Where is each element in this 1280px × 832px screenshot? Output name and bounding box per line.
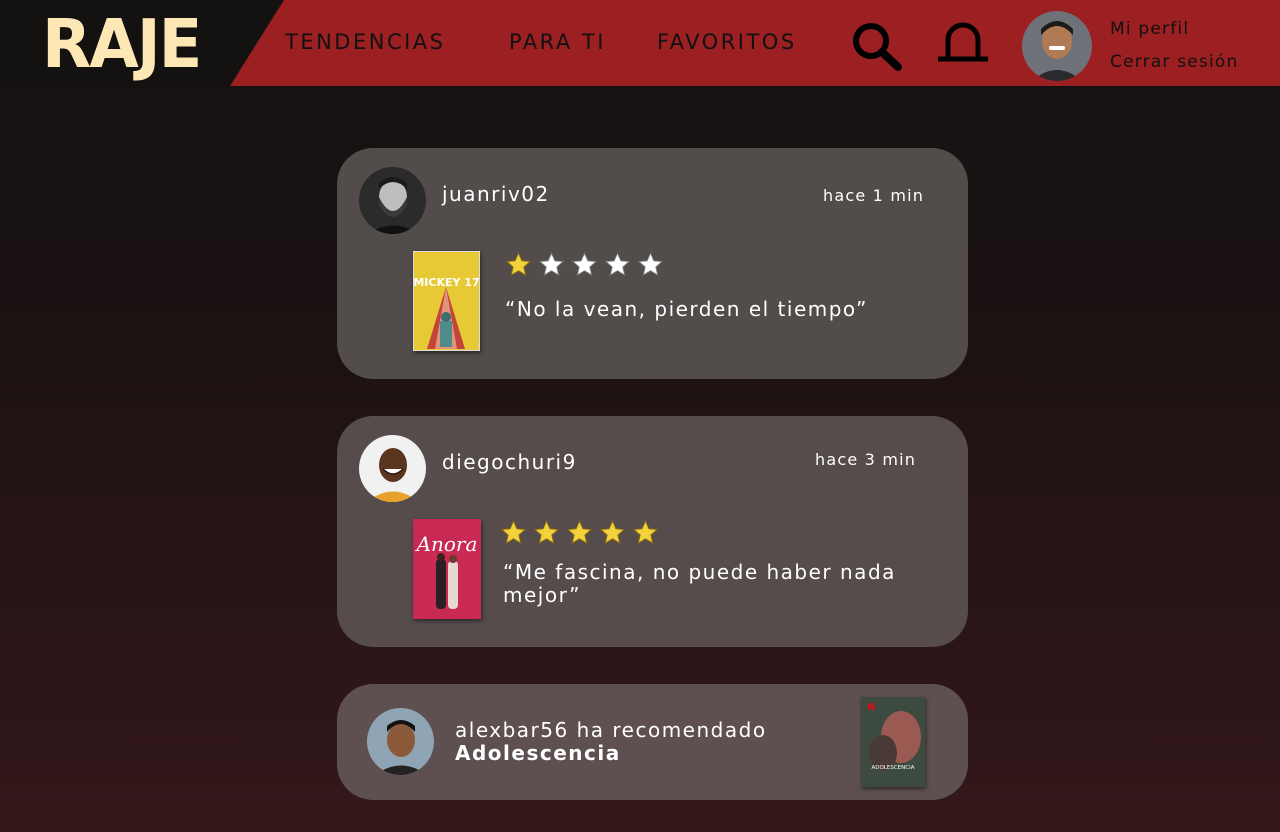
nav-para-ti[interactable]: PARA TI (509, 30, 606, 54)
star-icon-empty (538, 251, 565, 277)
svg-text:N: N (867, 702, 875, 713)
logout-link[interactable]: Cerrar sesión (1110, 52, 1239, 72)
movie-poster[interactable]: MICKEY 17 (413, 251, 480, 351)
review-text: “No la vean, pierden el tiempo” (505, 297, 868, 321)
review-text: “Me fascina, no puede haber nada mejor” (503, 560, 896, 607)
avatar[interactable] (367, 708, 434, 775)
svg-text:Anora: Anora (415, 532, 478, 556)
avatar[interactable] (359, 167, 426, 234)
star-icon-empty (571, 251, 598, 277)
nav-favoritos[interactable]: FAVORITOS (657, 30, 797, 54)
svg-text:MICKEY 17: MICKEY 17 (413, 276, 479, 289)
star-icon-empty (637, 251, 664, 277)
star-icon-filled (599, 519, 626, 545)
recommendation-text: alexbar56 ha recomendado Adolescencia (455, 719, 815, 765)
avatar[interactable] (359, 435, 426, 502)
review-card: juanriv02 hace 1 min MICKEY 17 “No la ve… (337, 148, 968, 379)
star-icon-empty (604, 251, 631, 277)
star-icon-filled (500, 519, 527, 545)
logo[interactable]: RAJE (42, 6, 202, 84)
star-icon-filled (505, 251, 532, 277)
nav-tendencias[interactable]: TENDENCIAS (285, 30, 446, 54)
star-icon-filled (632, 519, 659, 545)
star-rating (504, 251, 665, 279)
star-rating (499, 519, 660, 547)
my-profile-link[interactable]: Mi perfil (1110, 19, 1189, 39)
username[interactable]: diegochuri9 (442, 450, 577, 474)
timestamp: hace 3 min (815, 450, 917, 469)
bell-icon[interactable] (935, 20, 991, 64)
star-icon-filled (566, 519, 593, 545)
movie-poster[interactable]: Anora (413, 519, 481, 619)
recommended-title[interactable]: Adolescencia (455, 741, 621, 765)
avatar[interactable] (1022, 11, 1092, 81)
timestamp: hace 1 min (823, 186, 925, 205)
recommendation-card: alexbar56 ha recomendado Adolescencia N … (337, 684, 968, 800)
series-poster[interactable]: N ADOLESCENCIA (861, 697, 925, 787)
svg-text:ADOLESCENCIA: ADOLESCENCIA (871, 765, 914, 771)
username[interactable]: alexbar56 (455, 718, 569, 742)
top-bar: RAJE TENDENCIAS PARA TI FAVORITOS Mi per… (0, 0, 1280, 86)
username[interactable]: juanriv02 (442, 182, 550, 206)
review-card: diegochuri9 hace 3 min Anora “Me fascina… (337, 416, 968, 647)
recommendation-action: ha recomendado (576, 718, 767, 742)
star-icon-filled (533, 519, 560, 545)
search-icon[interactable] (850, 20, 904, 72)
